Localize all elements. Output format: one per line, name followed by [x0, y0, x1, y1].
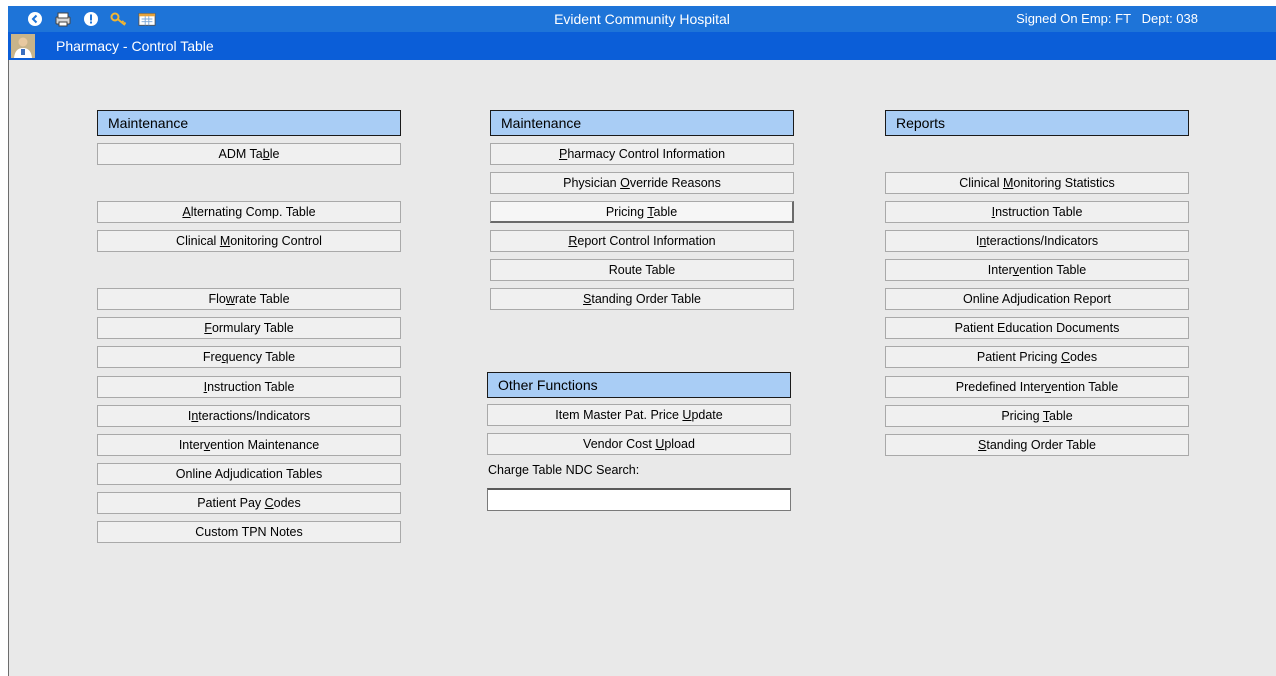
reports-button-label-post: odes — [1070, 350, 1098, 364]
left-button-label-pre: Fre — [202, 350, 222, 364]
left-button-label-pre: Inter — [178, 438, 204, 452]
other-functions-button-label-post: pload — [664, 437, 695, 451]
left-button-label-post: uency Table — [228, 350, 296, 364]
other-functions-button-label-u: U — [655, 437, 665, 451]
reports-button-label-post: nstruction Table — [995, 205, 1083, 219]
reports-button-6[interactable]: Patient Education Documents — [885, 317, 1189, 339]
ndc-search-input[interactable] — [487, 488, 791, 511]
left-button-label-pre: Patient Pay — [197, 496, 265, 510]
left-button-label-u: M — [219, 234, 231, 248]
ndc-search-label: Charge Table NDC Search: — [488, 463, 640, 477]
left-button-label-post: lternating Comp. Table — [190, 205, 316, 219]
left-button-8[interactable]: Interactions/Indicators — [97, 405, 401, 427]
left-button-5[interactable]: Formulary Table — [97, 317, 401, 339]
reports-button-label-pre: Predefined Inter — [955, 380, 1045, 394]
reports-header: Reports — [885, 110, 1189, 136]
middle-button-6[interactable]: Standing Order Table — [490, 288, 794, 310]
middle-button-label-u: O — [620, 176, 630, 190]
middle-button-label-post: verride Reasons — [629, 176, 721, 190]
left-button-label-post: odes — [273, 496, 301, 510]
middle-button-label-pre: Physician — [563, 176, 621, 190]
reports-button-8[interactable]: Predefined Intervention Table — [885, 376, 1189, 398]
reports-button-3[interactable]: Interactions/Indicators — [885, 230, 1189, 252]
reports-button-label-post: ention Table — [1019, 263, 1087, 277]
left-button-label-post: onitoring Control — [230, 234, 322, 248]
middle-button-label-post: eport Control Information — [577, 234, 716, 248]
left-button-label-post: ention Maintenance — [210, 438, 320, 452]
left-button-6[interactable]: Frequency Table — [97, 346, 401, 368]
reports-button-4[interactable]: Intervention Table — [885, 259, 1189, 281]
left-button-label-post: le — [269, 147, 280, 161]
left-button-label-pre: Clinical — [176, 234, 220, 248]
other-functions-header: Other Functions — [487, 372, 791, 398]
reports-button-10[interactable]: Standing Order Table — [885, 434, 1189, 456]
reports-button-7[interactable]: Patient Pricing Codes — [885, 346, 1189, 368]
title-bar: Evident Community Hospital Signed On Emp… — [8, 6, 1276, 32]
left-button-label-post: rate Table — [234, 292, 290, 306]
reports-button-label-post: teractions/Indicators — [986, 234, 1099, 248]
middle-button-2[interactable]: Physician Override Reasons — [490, 172, 794, 194]
left-button-3[interactable]: Clinical Monitoring Control — [97, 230, 401, 252]
page-header-bar: Pharmacy - Control Table — [8, 32, 1276, 60]
reports-button-label-u: C — [1060, 350, 1070, 364]
reports-button-9[interactable]: Pricing Table — [885, 405, 1189, 427]
reports-button-label-pre: Online Adjudication Report — [962, 292, 1111, 306]
maintenance-header-middle: Maintenance — [490, 110, 794, 136]
other-functions-button-label-pre: Item Master Pat. Price — [555, 408, 683, 422]
middle-button-label-pre: Route Table — [608, 263, 676, 277]
middle-button-1[interactable]: Pharmacy Control Information — [490, 143, 794, 165]
left-button-label-post: udication Tables — [232, 467, 323, 481]
middle-button-4[interactable]: Report Control Information — [490, 230, 794, 252]
left-button-1[interactable]: ADM Table — [97, 143, 401, 165]
reports-button-label-pre: Pricing — [1001, 409, 1043, 423]
middle-button-label-post: able — [653, 205, 678, 219]
other-functions-button-1[interactable]: Item Master Pat. Price Update — [487, 404, 791, 426]
reports-button-label-post: tanding Order Table — [986, 438, 1096, 452]
left-button-label-pre: Online Ad — [175, 467, 230, 481]
reports-button-label-pre: Clinical — [959, 176, 1003, 190]
left-button-label-u: q — [221, 350, 229, 364]
left-button-label-u: w — [225, 292, 235, 306]
left-button-label-post: ormulary Table — [211, 321, 294, 335]
left-button-7[interactable]: Instruction Table — [97, 376, 401, 398]
left-button-label-u: C — [264, 496, 274, 510]
maintenance-header-left: Maintenance — [97, 110, 401, 136]
left-button-4[interactable]: Flowrate Table — [97, 288, 401, 310]
other-functions-button-label-pre: Vendor Cost — [583, 437, 656, 451]
page-title: Pharmacy - Control Table — [56, 38, 214, 54]
left-button-label-u: A — [182, 205, 191, 219]
left-button-label-u: F — [204, 321, 212, 335]
left-button-label-post: nstruction Table — [207, 380, 295, 394]
middle-button-label-post: harmacy Control Information — [567, 147, 726, 161]
reports-button-5[interactable]: Online Adjudication Report — [885, 288, 1189, 310]
left-button-12[interactable]: Custom TPN Notes — [97, 521, 401, 543]
left-button-label-pre: Flo — [208, 292, 226, 306]
middle-button-3[interactable]: Pricing Table — [490, 201, 794, 223]
reports-button-label-post: ention Table — [1051, 380, 1119, 394]
middle-button-5[interactable]: Route Table — [490, 259, 794, 281]
left-button-label-post: teractions/Indicators — [198, 409, 311, 423]
left-button-label-pre: Custom TPN Notes — [195, 525, 303, 539]
reports-button-label-post: able — [1049, 409, 1073, 423]
other-functions-button-2[interactable]: Vendor Cost Upload — [487, 433, 791, 455]
left-button-11[interactable]: Patient Pay Codes — [97, 492, 401, 514]
pharmacist-icon — [11, 34, 35, 58]
other-functions-button-label-post: pdate — [691, 408, 723, 422]
left-button-9[interactable]: Intervention Maintenance — [97, 434, 401, 456]
left-button-10[interactable]: Online Adjudication Tables — [97, 463, 401, 485]
left-button-label-pre: ADM Ta — [218, 147, 263, 161]
reports-button-label-post: onitoring Statistics — [1013, 176, 1115, 190]
left-button-2[interactable]: Alternating Comp. Table — [97, 201, 401, 223]
left-button-label-u: b — [262, 147, 270, 161]
reports-button-2[interactable]: Instruction Table — [885, 201, 1189, 223]
middle-button-label-pre: Pricing — [605, 205, 648, 219]
reports-button-1[interactable]: Clinical Monitoring Statistics — [885, 172, 1189, 194]
reports-button-label-pre: Patient Pricing — [976, 350, 1061, 364]
main-panel — [8, 6, 1276, 676]
middle-button-label-post: tanding Order Table — [591, 292, 701, 306]
signon-status: Signed On Emp: FT Dept: 038 — [1016, 11, 1198, 26]
reports-button-label-u: M — [1002, 176, 1014, 190]
reports-button-label-pre: Inter — [987, 263, 1013, 277]
reports-button-label-pre: Patient Education Documents — [954, 321, 1120, 335]
